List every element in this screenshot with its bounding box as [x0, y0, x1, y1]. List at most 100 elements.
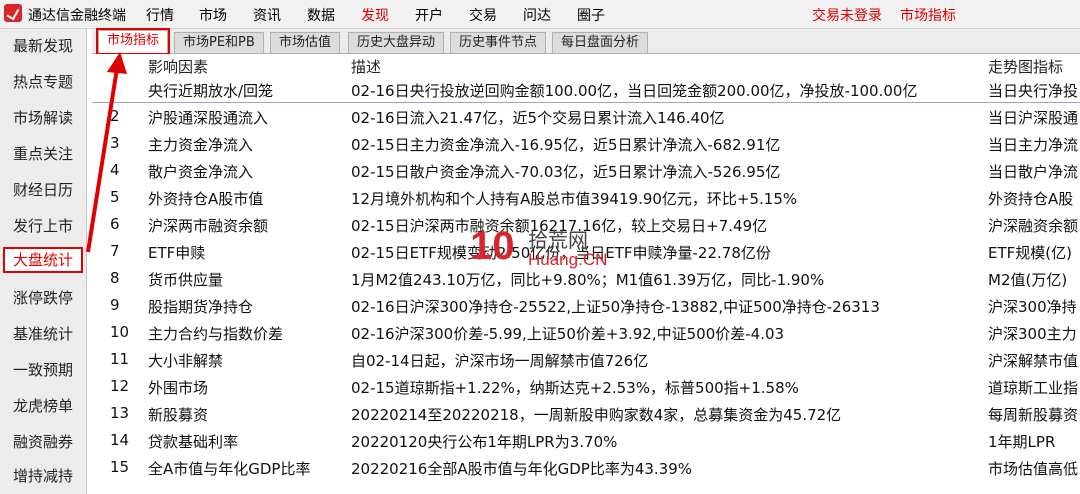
- row-number: 11: [110, 350, 130, 368]
- row-factor: 贷款基础利率: [148, 433, 239, 451]
- sidebar-item-market-stats[interactable]: 大盘统计: [3, 247, 83, 273]
- sidebar-item-calendar[interactable]: 财经日历: [0, 177, 86, 203]
- row-description: 20220214至20220218，一周新股申购家数4家，总募集资金为45.72…: [351, 406, 842, 424]
- app-title: 通达信金融终端: [28, 8, 126, 24]
- table-row[interactable]: 12 外围市场 02-15道琼斯指+1.22%，纳斯达克+2.53%，标普500…: [92, 373, 1080, 399]
- sidebar-item-focus[interactable]: 重点关注: [0, 141, 86, 167]
- menu-discover[interactable]: 发现: [361, 5, 389, 25]
- menu-market[interactable]: 市场: [199, 5, 227, 25]
- row-chart-indicator: 每周新股募资: [988, 406, 1079, 424]
- tab-market-valuation[interactable]: 市场估值: [270, 32, 341, 53]
- table-row[interactable]: 3 主力资金净流入 02-15日主力资金净流入-16.95亿，近5日累计净流入-…: [92, 130, 1080, 156]
- row-number: 10: [110, 323, 130, 341]
- row-number: 4: [110, 161, 120, 179]
- row-factor: 散户资金净流入: [148, 163, 254, 181]
- sidebar-item-market-analysis[interactable]: 市场解读: [0, 105, 86, 131]
- row-description: 02-15日ETF规模变动2.50亿份，当日ETF申赎净量-22.78亿份: [351, 244, 771, 262]
- row-description: 20220120央行公布1年期LPR为3.70%: [351, 433, 618, 451]
- row-chart-indicator: 沪深300净持: [988, 298, 1077, 316]
- row-description: 12月境外机构和个人持有A股总市值39419.90亿元，环比+5.15%: [351, 190, 798, 208]
- row-chart-indicator: 沪深解禁市值: [988, 352, 1079, 370]
- row-factor: 主力合约与指数价差: [148, 325, 284, 343]
- sidebar-item-limit-up-down[interactable]: 涨停跌停: [0, 285, 86, 311]
- row-factor: 主力资金净流入: [148, 136, 254, 154]
- menu-bar: 通达信金融终端 行情 市场 资讯 数据 发现 开户 交易 问达 圈子 交易未登录…: [0, 0, 1080, 29]
- row-number: 9: [110, 296, 120, 314]
- row-description: 02-16日央行投放逆回购金额100.00亿，当日回笼金额200.00亿，净投放…: [351, 82, 918, 100]
- row-factor: 大小非解禁: [148, 352, 224, 370]
- tab-market-pe-pb[interactable]: 市场PE和PB: [174, 32, 264, 53]
- table-row[interactable]: 8 货币供应量 1月M2值243.10万亿，同比+9.80%；M1值61.39万…: [92, 265, 1080, 291]
- row-chart-indicator: M2值(万亿): [988, 271, 1068, 289]
- row-description: 1月M2值243.10万亿，同比+9.80%；M1值61.39万亿，同比-1.9…: [351, 271, 825, 289]
- sidebar-item-hot-topics[interactable]: 热点专题: [0, 69, 86, 95]
- row-number: 7: [110, 242, 120, 260]
- sidebar-item-benchmark[interactable]: 基准统计: [0, 321, 86, 347]
- sidebar-item-holdings-change[interactable]: 增持减持: [0, 463, 86, 489]
- market-indicator-link[interactable]: 市场指标: [900, 5, 956, 25]
- table-row[interactable]: 2 沪股通深股通流入 02-16日流入21.47亿，近5个交易日累计流入146.…: [92, 103, 1080, 129]
- table-row[interactable]: 11 大小非解禁 自02-14日起，沪深市场一周解禁市值726亿 沪深解禁市值: [92, 346, 1080, 372]
- sidebar-item-dragon-tiger[interactable]: 龙虎榜单: [0, 393, 86, 419]
- row-number: 15: [110, 458, 130, 476]
- table-row[interactable]: 7 ETF申赎 02-15日ETF规模变动2.50亿份，当日ETF申赎净量-22…: [92, 238, 1080, 264]
- row-number: 14: [110, 431, 130, 449]
- menu-news[interactable]: 资讯: [253, 5, 281, 25]
- tab-daily-analysis[interactable]: 每日盘面分析: [552, 32, 649, 53]
- table-row[interactable]: 15 全A市值与年化GDP比率 20220216全部A股市值与年化GDP比率为4…: [92, 454, 1080, 480]
- row-factor: 央行近期放水/回笼: [148, 82, 274, 100]
- menu-data[interactable]: 数据: [307, 5, 335, 25]
- table-row[interactable]: 10 主力合约与指数价差 02-16沪深300价差-5.99,上证50价差+3.…: [92, 319, 1080, 345]
- row-description: 02-16沪深300价差-5.99,上证50价差+3.92,中证500价差-4.…: [351, 325, 785, 343]
- tab-strip: 市场指标 市场PE和PB 市场估值 历史大盘异动 历史事件节点 每日盘面分析: [92, 28, 1080, 55]
- app-logo-icon: [4, 4, 22, 22]
- menu-circle[interactable]: 圈子: [577, 5, 605, 25]
- row-number: 6: [110, 215, 120, 233]
- header-factor[interactable]: 影响因素: [148, 56, 208, 77]
- row-chart-indicator: 道琼斯工业指: [988, 379, 1079, 397]
- row-factor: 沪股通深股通流入: [148, 109, 269, 127]
- row-number: 5: [110, 188, 120, 206]
- sidebar-item-margin[interactable]: 融资融券: [0, 429, 86, 455]
- row-factor: 外围市场: [148, 379, 209, 397]
- menu-trade[interactable]: 交易: [469, 5, 497, 25]
- tab-history-events[interactable]: 历史事件节点: [450, 32, 547, 53]
- header-description[interactable]: 描述: [351, 56, 381, 77]
- table-row[interactable]: 5 外资持仓A股市值 12月境外机构和个人持有A股总市值39419.90亿元，环…: [92, 184, 1080, 210]
- table-row[interactable]: 央行近期放水/回笼 02-16日央行投放逆回购金额100.00亿，当日回笼金额2…: [92, 76, 1080, 103]
- sidebar-item-latest[interactable]: 最新发现: [0, 33, 86, 59]
- tab-market-indicators[interactable]: 市场指标: [95, 28, 171, 55]
- login-status-link[interactable]: 交易未登录: [812, 5, 882, 25]
- header-chart-indicator[interactable]: 走势图指标: [988, 56, 1063, 77]
- row-factor: 货币供应量: [148, 271, 224, 289]
- tab-history-anomaly[interactable]: 历史大盘异动: [348, 32, 445, 53]
- row-chart-indicator: 当日散户净流: [988, 163, 1079, 181]
- row-factor: 沪深两市融资余额: [148, 217, 269, 235]
- row-description: 02-16日流入21.47亿，近5个交易日累计流入146.40亿: [351, 109, 725, 127]
- indicator-table: 影响因素 描述 走势图指标 央行近期放水/回笼 02-16日央行投放逆回购金额1…: [92, 54, 1080, 494]
- sidebar: 最新发现 热点专题 市场解读 重点关注 财经日历 发行上市 大盘统计 涨停跌停 …: [0, 29, 87, 494]
- row-chart-indicator: 外资持仓A股: [988, 190, 1074, 208]
- row-factor: 全A市值与年化GDP比率: [148, 460, 311, 478]
- menu-open-account[interactable]: 开户: [415, 5, 443, 25]
- sidebar-item-ipo[interactable]: 发行上市: [0, 213, 86, 239]
- table-row[interactable]: 4 散户资金净流入 02-15日散户资金净流入-70.03亿，近5日累计净流入-…: [92, 157, 1080, 183]
- row-description: 20220216全部A股市值与年化GDP比率为43.39%: [351, 460, 693, 478]
- table-row[interactable]: 6 沪深两市融资余额 02-15日沪深两市融资余额16217.16亿，较上交易日…: [92, 211, 1080, 237]
- row-description: 02-15日主力资金净流入-16.95亿，近5日累计净流入-682.91亿: [351, 136, 781, 154]
- menu-ask[interactable]: 问达: [523, 5, 551, 25]
- row-number: 3: [110, 134, 120, 152]
- menu-quotes[interactable]: 行情: [146, 5, 174, 25]
- row-description: 02-15道琼斯指+1.22%，纳斯达克+2.53%，标普500指+1.58%: [351, 379, 799, 397]
- row-number: 8: [110, 269, 120, 287]
- row-chart-indicator: 沪深300主力: [988, 325, 1077, 343]
- row-factor: 股指期货净持仓: [148, 298, 254, 316]
- table-row[interactable]: 13 新股募资 20220214至20220218，一周新股申购家数4家，总募集…: [92, 400, 1080, 426]
- row-factor: 新股募资: [148, 406, 209, 424]
- table-row[interactable]: 14 贷款基础利率 20220120央行公布1年期LPR为3.70% 1年期LP…: [92, 427, 1080, 453]
- row-chart-indicator: ETF规模(亿): [988, 244, 1072, 262]
- sidebar-item-consensus[interactable]: 一致预期: [0, 357, 86, 383]
- table-row[interactable]: 9 股指期货净持仓 02-16日沪深300净持仓-25522,上证50净持仓-1…: [92, 292, 1080, 318]
- row-description: 02-15日沪深两市融资余额16217.16亿，较上交易日+7.49亿: [351, 217, 768, 235]
- row-chart-indicator: 当日央行净投: [988, 82, 1079, 100]
